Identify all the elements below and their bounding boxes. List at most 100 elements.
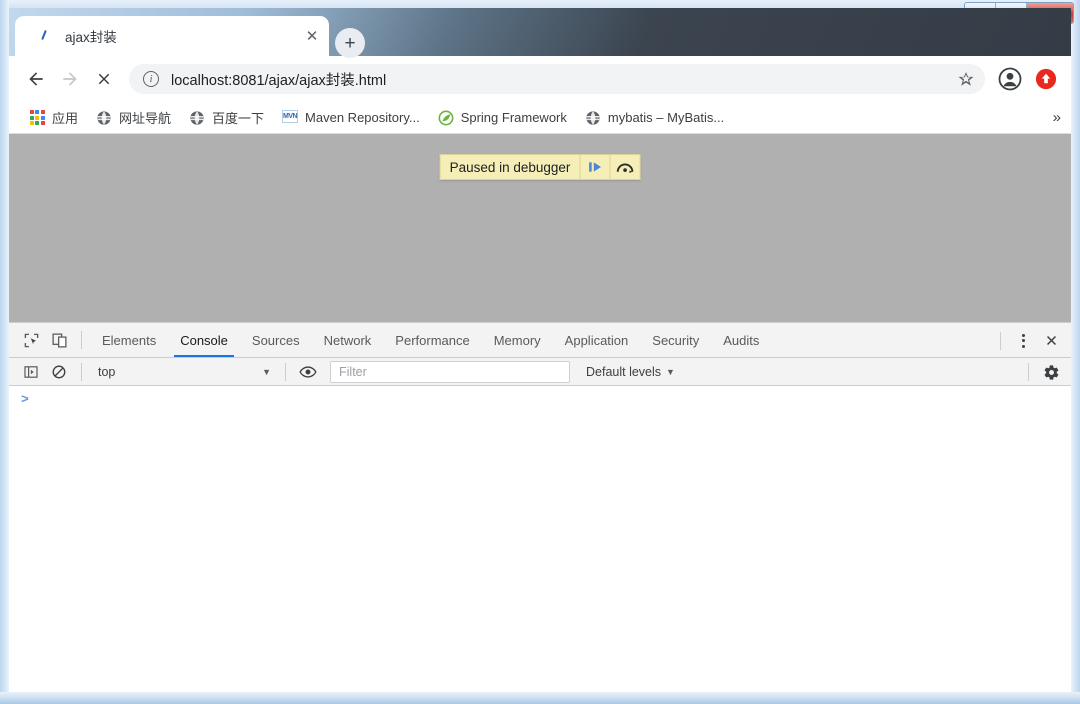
address-bar[interactable]: i localhost:8081/ajax/ajax封装.html bbox=[129, 64, 985, 94]
devtools-tab-audits[interactable]: Audits bbox=[711, 323, 771, 357]
devtools-tab-sources[interactable]: Sources bbox=[240, 323, 312, 357]
inspect-element-button[interactable] bbox=[17, 326, 45, 354]
devtools-tab-elements[interactable]: Elements bbox=[90, 323, 168, 357]
tab-label: Network bbox=[323, 332, 372, 348]
clear-console-icon bbox=[52, 365, 66, 378]
tab-label: Sources bbox=[251, 332, 300, 348]
window-frame: ✕ ajax封装 ✕ + bbox=[0, 0, 1080, 704]
devtools-tab-security[interactable]: Security bbox=[640, 323, 711, 357]
bookmark-item-mybatis[interactable]: mybatis – MyBatis... bbox=[577, 106, 732, 130]
devtools-more-button[interactable] bbox=[1009, 327, 1037, 355]
browser-toolbar: i localhost:8081/ajax/ajax封装.html bbox=[9, 56, 1071, 102]
console-log-levels-selector[interactable]: Default levels ▼ bbox=[580, 361, 681, 383]
console-sidebar-toggle-button[interactable] bbox=[17, 358, 45, 386]
forward-arrow-icon bbox=[63, 72, 77, 86]
bookmark-star-icon[interactable] bbox=[955, 68, 977, 90]
bookmark-item-baidu[interactable]: 百度一下 bbox=[181, 106, 272, 130]
profile-avatar-icon bbox=[998, 67, 1022, 91]
devtools-tab-performance[interactable]: Performance bbox=[383, 323, 481, 357]
toolbar-divider bbox=[1028, 363, 1029, 381]
back-arrow-icon bbox=[29, 72, 43, 86]
console-filter-input[interactable]: Filter bbox=[330, 360, 570, 383]
window-border-left bbox=[0, 0, 9, 704]
spring-leaf-glyph bbox=[438, 110, 454, 125]
console-message-list[interactable]: > bbox=[9, 386, 1071, 692]
toolbar-divider bbox=[81, 362, 82, 381]
site-info-icon[interactable]: i bbox=[143, 71, 159, 87]
bookmark-label: Maven Repository... bbox=[305, 110, 420, 125]
tab-title: ajax封装 bbox=[65, 30, 117, 45]
browser-window: ajax封装 ✕ + i localhost:8081/ajax/ajax封装.… bbox=[9, 8, 1071, 692]
console-settings-button[interactable] bbox=[1037, 358, 1065, 386]
gear-icon bbox=[1044, 364, 1058, 380]
window-border-bottom bbox=[0, 692, 1080, 704]
spring-leaf-icon bbox=[438, 110, 454, 126]
browser-tab[interactable]: ajax封装 ✕ bbox=[15, 16, 329, 56]
mvn-icon-label: MVN bbox=[282, 109, 299, 123]
new-tab-button[interactable]: + bbox=[335, 28, 365, 58]
bookmark-item-maven-repository[interactable]: MVN Maven Repository... bbox=[274, 106, 428, 130]
create-live-expression-button[interactable] bbox=[294, 358, 322, 386]
profile-avatar-button[interactable] bbox=[995, 64, 1025, 94]
globe-glyph bbox=[586, 110, 600, 125]
resume-script-execution-button[interactable] bbox=[579, 155, 609, 179]
eye-icon bbox=[299, 365, 317, 378]
step-over-button[interactable] bbox=[609, 155, 639, 179]
toolbar-divider bbox=[81, 331, 82, 349]
console-filter-bar-actions bbox=[1020, 358, 1065, 386]
globe-glyph bbox=[97, 110, 111, 125]
tab-label: Console bbox=[180, 332, 228, 348]
toolbar-divider bbox=[1000, 331, 1001, 350]
page-favicon-icon bbox=[37, 28, 53, 44]
console-context-selector[interactable]: top ▼ bbox=[92, 361, 277, 383]
devtools-tab-memory[interactable]: Memory bbox=[482, 323, 553, 357]
bookmark-item-spring-framework[interactable]: Spring Framework bbox=[430, 106, 575, 130]
tab-label: Application bbox=[564, 332, 629, 348]
devtools-tab-application[interactable]: Application bbox=[553, 323, 641, 357]
tab-label: Memory bbox=[493, 332, 541, 348]
console-context-value: top bbox=[98, 364, 116, 379]
star-outline-icon bbox=[958, 72, 974, 86]
console-input-row[interactable]: > bbox=[9, 390, 1071, 410]
back-button[interactable] bbox=[19, 62, 53, 96]
address-bar-url: localhost:8081/ajax/ajax封装.html bbox=[171, 72, 387, 89]
close-tab-icon[interactable]: ✕ bbox=[301, 25, 323, 47]
bookmark-item-apps[interactable]: 应用 bbox=[21, 106, 86, 130]
globe-icon bbox=[189, 110, 205, 126]
tab-label: Security bbox=[652, 332, 700, 348]
bookmarks-bar: 应用 网址导航 百度一下 MVN Maven Repository... Spr… bbox=[9, 102, 1071, 134]
mvn-icon: MVN bbox=[282, 109, 299, 126]
stop-loading-button[interactable] bbox=[87, 62, 121, 96]
update-alert-icon bbox=[1035, 68, 1057, 90]
clear-console-button[interactable] bbox=[45, 358, 73, 386]
bookmark-label: Spring Framework bbox=[460, 110, 567, 125]
apps-grid-icon bbox=[29, 110, 45, 126]
bookmark-label: mybatis – MyBatis... bbox=[607, 110, 725, 125]
paused-in-debugger-label: Paused in debugger bbox=[449, 159, 571, 175]
forward-button[interactable] bbox=[53, 62, 87, 96]
devtools-tab-console[interactable]: Console bbox=[168, 323, 240, 357]
browser-menu-button[interactable] bbox=[1031, 64, 1061, 94]
paused-in-debugger-banner: Paused in debugger bbox=[439, 154, 641, 180]
toggle-device-toolbar-button[interactable] bbox=[45, 326, 73, 354]
page-viewport: Paused in debugger bbox=[9, 134, 1071, 322]
console-filter-placeholder: Filter bbox=[339, 364, 367, 379]
console-prompt-icon: > bbox=[21, 392, 29, 407]
bookmark-label: 网址导航 bbox=[119, 111, 172, 126]
close-devtools-button[interactable] bbox=[1037, 327, 1065, 355]
chevron-down-icon: ▼ bbox=[262, 366, 271, 377]
bookmark-item-wangzhidaohang[interactable]: 网址导航 bbox=[88, 106, 179, 130]
tab-strip: ajax封装 ✕ + bbox=[9, 8, 1071, 58]
devtools-tab-network[interactable]: Network bbox=[312, 323, 384, 357]
globe-glyph bbox=[190, 110, 204, 125]
bookmarks-overflow-button[interactable]: » bbox=[1053, 109, 1061, 126]
console-filter-bar: top ▼ Filter Default levels ▼ bbox=[9, 358, 1071, 386]
devtools-tabbar-actions bbox=[992, 323, 1065, 358]
tab-label: Performance bbox=[395, 332, 470, 348]
step-over-icon bbox=[616, 163, 634, 173]
globe-icon bbox=[96, 110, 112, 126]
devtools-tabbar: Elements Console Sources Network Perform… bbox=[9, 323, 1071, 358]
device-toolbar-icon bbox=[51, 332, 67, 348]
kebab-menu-icon bbox=[1021, 333, 1025, 348]
close-x-icon bbox=[98, 73, 110, 85]
